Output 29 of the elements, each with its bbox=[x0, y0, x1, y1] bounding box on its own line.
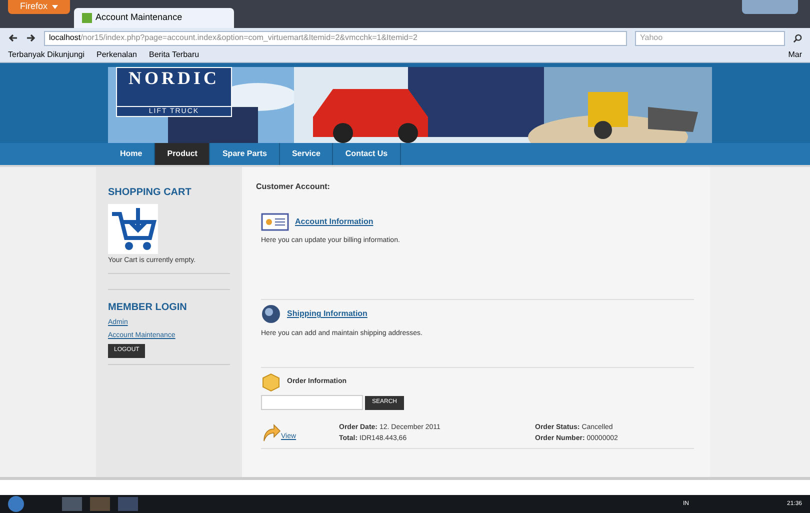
caret-icon bbox=[52, 5, 58, 9]
logo-title: NORDIC bbox=[128, 68, 220, 88]
back-icon[interactable] bbox=[8, 33, 18, 43]
curved-arrow-icon bbox=[261, 422, 281, 442]
section-link[interactable]: Shipping Information bbox=[287, 308, 368, 320]
address-bar[interactable]: localhost/nor15/index.php?page=account.index&option=com_virtuemart&Itemid=2&vmcchk=1&Itemid=2 bbox=[44, 30, 627, 46]
window-controls bbox=[742, 0, 798, 14]
globe-icon bbox=[261, 304, 281, 324]
bookmark-link[interactable]: Terbanyak Dikunjungi bbox=[8, 49, 84, 61]
url-host: localhost bbox=[49, 32, 81, 44]
box-icon bbox=[261, 372, 281, 392]
page-heading: Customer Account: bbox=[256, 181, 331, 193]
bookmark-link[interactable]: Berita Terbaru bbox=[148, 49, 200, 61]
sidebar-heading: SHOPPING CART bbox=[108, 186, 192, 200]
shopping-cart-icon bbox=[108, 204, 158, 254]
bookmark-link[interactable]: Perkenalan bbox=[96, 49, 137, 61]
tab-title: Account Maintenance bbox=[96, 11, 182, 24]
start-button[interactable] bbox=[8, 496, 24, 512]
section-link[interactable]: Account Information bbox=[295, 216, 374, 228]
browser-tab[interactable]: Account Maintenance bbox=[74, 8, 234, 28]
sidebar-heading: MEMBER LOGIN bbox=[108, 300, 188, 314]
forward-icon[interactable] bbox=[26, 33, 36, 43]
site-icon bbox=[82, 13, 92, 23]
nav-tab[interactable]: Product bbox=[155, 143, 210, 165]
id-card-icon bbox=[261, 213, 289, 231]
order-search-field[interactable] bbox=[261, 395, 363, 410]
url-path: /nor15/index.php?page=account.index&option=com_virtuemart&Itemid=2&vmcchk=1&Itemid=2 bbox=[80, 32, 418, 44]
search-icon[interactable] bbox=[793, 34, 802, 42]
bookmark-link[interactable]: Mar bbox=[788, 49, 802, 61]
